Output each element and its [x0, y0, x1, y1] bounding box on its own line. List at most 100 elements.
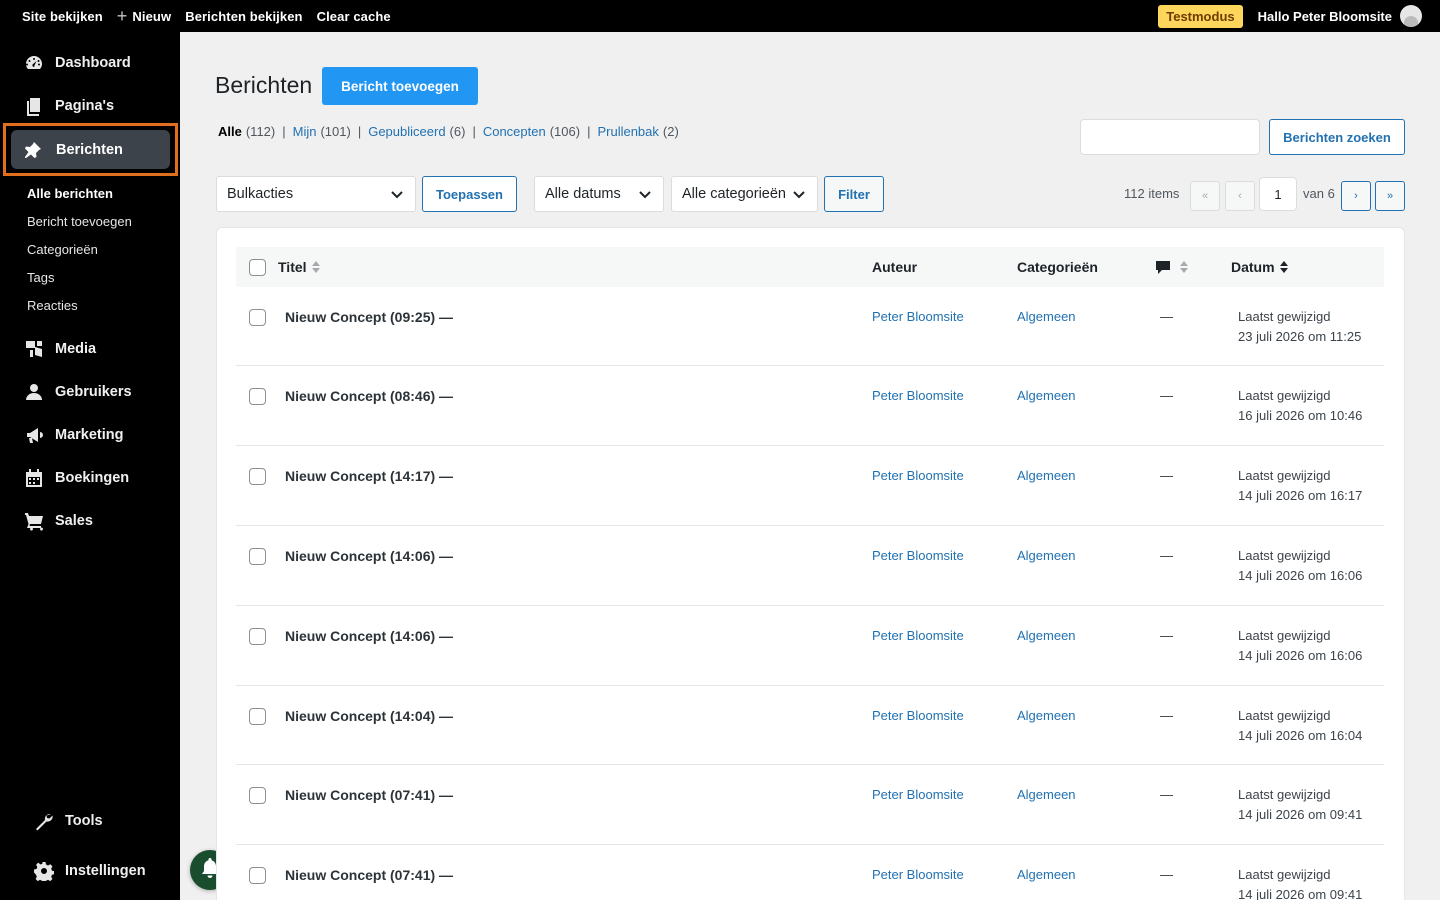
author-link[interactable]: Peter Bloomsite	[872, 548, 964, 563]
author-link[interactable]: Peter Bloomsite	[872, 787, 964, 802]
category-link[interactable]: Algemeen	[1017, 867, 1076, 882]
select-all-checkbox[interactable]	[249, 259, 266, 276]
next-page-button[interactable]: ›	[1341, 181, 1371, 211]
post-title-link[interactable]: Nieuw Concept (14:06) —	[285, 628, 453, 644]
sidebar-item-users[interactable]: Gebruikers	[0, 375, 180, 409]
media-icon	[24, 339, 44, 359]
post-date: Laatst gewijzigd 14 juli 2026 om 16:06	[1238, 626, 1362, 665]
category-link[interactable]: Algemeen	[1017, 708, 1076, 723]
row-checkbox[interactable]	[249, 309, 266, 326]
admin-sidebar: Dashboard Pagina's Berichten Alle berich…	[0, 32, 180, 900]
category-link[interactable]: Algemeen	[1017, 309, 1076, 324]
row-checkbox[interactable]	[249, 867, 266, 884]
pages-icon	[24, 96, 44, 116]
clear-cache-link[interactable]: Clear cache	[310, 0, 398, 32]
sidebar-item-sales[interactable]: Sales	[0, 504, 180, 538]
pin-icon	[23, 140, 43, 160]
date-status: Laatst gewijzigd	[1238, 468, 1331, 483]
author-link[interactable]: Peter Bloomsite	[872, 867, 964, 882]
row-checkbox[interactable]	[249, 787, 266, 804]
author-link[interactable]: Peter Bloomsite	[872, 468, 964, 483]
view-mine[interactable]: Mijn (101)	[293, 124, 351, 139]
sidebar-item-pages[interactable]: Pagina's	[0, 89, 180, 123]
testmode-badge[interactable]: Testmodus	[1158, 4, 1243, 28]
sidebar-item-posts[interactable]: Berichten	[11, 130, 170, 169]
post-title-link[interactable]: Nieuw Concept (09:25) —	[285, 309, 453, 325]
comment-icon	[1155, 259, 1171, 275]
post-date: Laatst gewijzigd 14 juli 2026 om 09:41	[1238, 865, 1362, 900]
last-page-button[interactable]: »	[1375, 181, 1405, 211]
separator: |	[282, 124, 286, 139]
column-label: Datum	[1231, 259, 1275, 275]
first-page-button[interactable]: «	[1190, 181, 1220, 211]
row-divider	[236, 445, 1384, 446]
post-date: Laatst gewijzigd 16 juli 2026 om 10:46	[1238, 386, 1362, 425]
date-value: 14 juli 2026 om 16:06	[1238, 647, 1363, 663]
submenu-categories[interactable]: Categorieën	[27, 242, 98, 257]
post-title-link[interactable]: Nieuw Concept (07:41) —	[285, 787, 453, 803]
search-input[interactable]	[1080, 119, 1260, 155]
column-author-header: Auteur	[872, 259, 917, 275]
post-title-link[interactable]: Nieuw Concept (14:17) —	[285, 468, 453, 484]
sidebar-item-tools[interactable]: Tools	[0, 804, 180, 838]
sidebar-item-dashboard[interactable]: Dashboard	[0, 46, 180, 80]
row-checkbox[interactable]	[249, 548, 266, 565]
submenu-tags[interactable]: Tags	[27, 270, 54, 285]
row-checkbox[interactable]	[249, 708, 266, 725]
author-link[interactable]: Peter Bloomsite	[872, 708, 964, 723]
sidebar-item-bookings[interactable]: Boekingen	[0, 461, 180, 495]
prev-page-button[interactable]: ‹	[1225, 181, 1255, 211]
sidebar-item-marketing[interactable]: Marketing	[0, 418, 180, 452]
date-status: Laatst gewijzigd	[1238, 388, 1331, 403]
bulk-actions-value: Bulkacties	[227, 186, 294, 202]
current-page-input[interactable]: 1	[1259, 177, 1297, 211]
post-date: Laatst gewijzigd 14 juli 2026 om 16:06	[1238, 546, 1362, 585]
items-count: 112 items	[1124, 186, 1180, 201]
author-link[interactable]: Peter Bloomsite	[872, 628, 964, 643]
site-view-link[interactable]: Site bekijken	[0, 0, 110, 32]
row-checkbox[interactable]	[249, 628, 266, 645]
avatar[interactable]	[1400, 5, 1422, 27]
post-title-link[interactable]: Nieuw Concept (14:06) —	[285, 548, 453, 564]
category-link[interactable]: Algemeen	[1017, 388, 1076, 403]
new-menu[interactable]: + Nieuw	[110, 0, 178, 32]
submenu-add-post[interactable]: Bericht toevoegen	[27, 214, 132, 229]
category-link[interactable]: Algemeen	[1017, 468, 1076, 483]
add-post-button[interactable]: Bericht toevoegen	[322, 67, 478, 105]
date-filter-select[interactable]: Alle datums	[534, 176, 664, 212]
column-date-header[interactable]: Datum	[1231, 259, 1288, 275]
post-title-link[interactable]: Nieuw Concept (07:41) —	[285, 867, 453, 883]
author-link[interactable]: Peter Bloomsite	[872, 309, 964, 324]
view-published[interactable]: Gepubliceerd (6)	[368, 124, 465, 139]
category-link[interactable]: Algemeen	[1017, 787, 1076, 802]
category-filter-select[interactable]: Alle categorieën	[671, 176, 818, 212]
post-title-link[interactable]: Nieuw Concept (08:46) —	[285, 388, 453, 404]
sidebar-item-settings[interactable]: Instellingen	[0, 854, 180, 888]
author-link[interactable]: Peter Bloomsite	[872, 388, 964, 403]
bulk-actions-select[interactable]: Bulkacties	[216, 176, 416, 212]
category-link[interactable]: Algemeen	[1017, 628, 1076, 643]
column-comments-header[interactable]	[1155, 259, 1188, 275]
sidebar-item-media[interactable]: Media	[0, 332, 180, 366]
view-drafts[interactable]: Concepten (106)	[483, 124, 580, 139]
page-title: Berichten	[215, 72, 313, 98]
user-greeting[interactable]: Hallo Peter Bloomsite	[1258, 9, 1392, 24]
submenu-comments[interactable]: Reacties	[27, 298, 78, 313]
comments-count: —	[1160, 388, 1173, 403]
apply-button[interactable]: Toepassen	[422, 176, 517, 212]
column-title-header[interactable]: Titel	[278, 259, 320, 275]
gear-icon	[34, 861, 54, 881]
separator: |	[587, 124, 591, 139]
category-link[interactable]: Algemeen	[1017, 548, 1076, 563]
view-trash[interactable]: Prullenbak (2)	[597, 124, 678, 139]
filter-button[interactable]: Filter	[824, 176, 884, 212]
cart-icon	[24, 511, 44, 531]
row-checkbox[interactable]	[249, 388, 266, 405]
submenu-all-posts[interactable]: Alle berichten	[27, 186, 113, 201]
row-checkbox[interactable]	[249, 468, 266, 485]
search-posts-button[interactable]: Berichten zoeken	[1269, 119, 1405, 155]
view-posts-link[interactable]: Berichten bekijken	[178, 0, 309, 32]
view-all[interactable]: Alle (112)	[218, 124, 275, 139]
post-title-link[interactable]: Nieuw Concept (14:04) —	[285, 708, 453, 724]
sidebar-item-label: Berichten	[56, 141, 123, 158]
